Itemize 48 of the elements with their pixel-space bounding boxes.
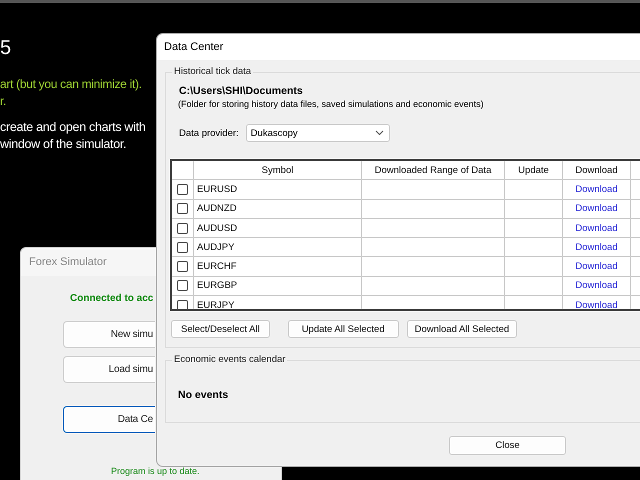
row-checkbox[interactable] [177, 222, 188, 234]
column-header: Update [505, 161, 563, 180]
action-button[interactable]: Select/Deselect All [171, 320, 270, 338]
empty-message: No events [178, 389, 230, 401]
download-link[interactable]: Download [575, 242, 618, 253]
download-link[interactable]: Download [575, 300, 618, 309]
download-link[interactable]: Download [575, 222, 618, 234]
symbol-cell: AUDNZD [194, 200, 362, 218]
symbol-cell: EURJPY [194, 296, 362, 309]
menu-button[interactable]: Load simu [63, 356, 155, 383]
symbol-cell: EURCHF [194, 257, 362, 276]
action-button[interactable]: Update All Selected [288, 320, 399, 338]
row-checkbox[interactable] [177, 300, 188, 309]
close-button[interactable]: Close [449, 436, 566, 455]
menu-button[interactable]: Data Ce [63, 406, 155, 433]
row-checkbox[interactable] [177, 242, 188, 253]
instruction-text: create and open charts with [0, 120, 146, 134]
download-link[interactable]: Download [575, 184, 618, 195]
row-checkbox[interactable] [177, 261, 188, 272]
status-text: Connected to acc [69, 293, 154, 304]
instruction-text: r. [0, 94, 6, 108]
column-header: Downloaded Range of Data [362, 161, 505, 180]
window-title: Data Center [157, 34, 640, 60]
instruction-text: window of the simulator. [0, 137, 126, 151]
chevron-down-icon [374, 130, 384, 136]
symbol-cell: AUDJPY [194, 238, 362, 256]
symbol-cell: EURUSD [194, 180, 362, 199]
provider-label: Data provider: [179, 128, 239, 138]
provider-dropdown[interactable]: Dukascopy [246, 124, 390, 142]
row-checkbox[interactable] [177, 280, 188, 292]
menu-button[interactable]: New simu [63, 321, 155, 348]
group-title: Historical tick data [172, 66, 254, 77]
folder-note: (Folder for storing history data files, saved simulations and economic events) [178, 99, 485, 109]
download-link[interactable]: Download [575, 203, 618, 214]
download-link[interactable]: Download [575, 261, 618, 272]
symbol-cell: EURGBP [194, 276, 362, 296]
update-status-text: Program is up to date. [111, 466, 201, 476]
row-checkbox[interactable] [177, 184, 188, 195]
row-checkbox[interactable] [177, 203, 188, 214]
group-title: Economic events calendar [172, 354, 288, 365]
action-button[interactable]: Download All Selected [406, 320, 518, 338]
column-header: Symbol [194, 161, 362, 180]
folder-path: C:\Users\SHI\Documents [179, 85, 304, 97]
column-header: Download [563, 161, 631, 180]
instruction-text: art (but you can minimize it). [0, 77, 142, 91]
heading-text: 5 [0, 37, 12, 60]
symbol-cell: AUDUSD [194, 218, 362, 238]
download-link[interactable]: Download [575, 280, 618, 292]
